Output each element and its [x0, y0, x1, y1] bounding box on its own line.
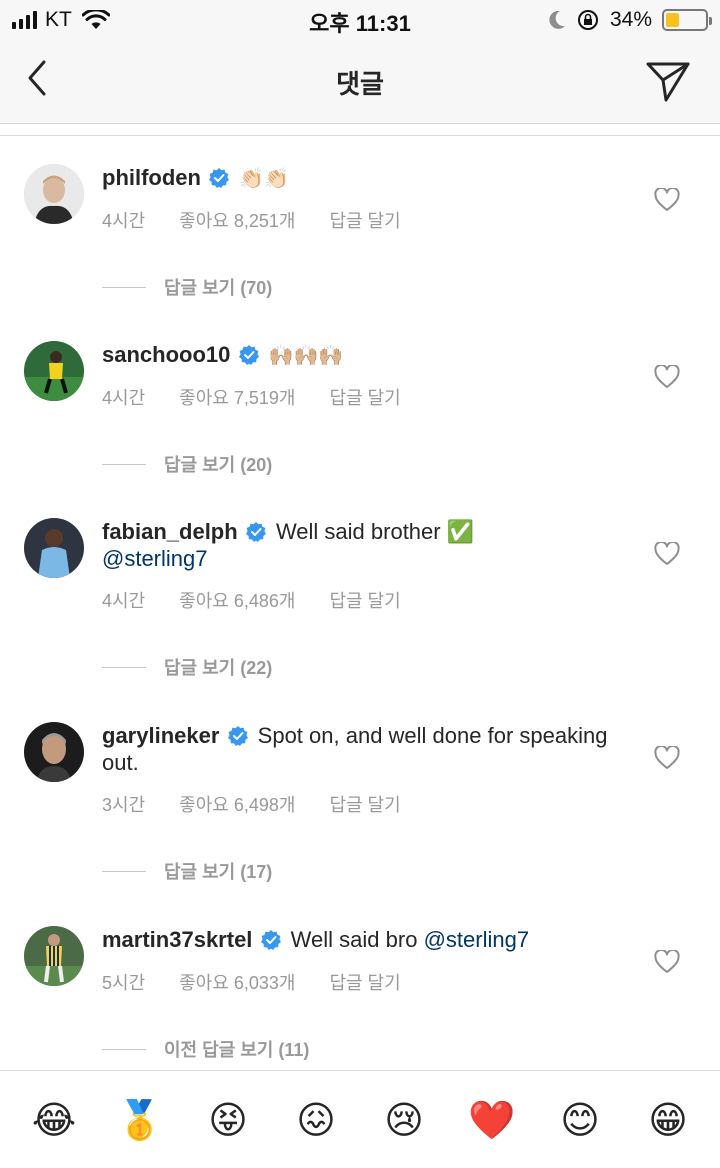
view-replies-label: 답글 보기 (22)	[164, 658, 273, 678]
battery-icon	[662, 9, 712, 31]
reply-button[interactable]: 답글 달기	[329, 969, 400, 995]
emoji-button[interactable]: 😂	[30, 1097, 78, 1145]
avatar[interactable]	[24, 926, 84, 986]
paper-plane-icon[interactable]	[644, 56, 692, 104]
view-replies-label: 답글 보기 (70)	[164, 278, 273, 298]
verified-badge-icon	[227, 726, 248, 746]
comment-emoji: 🙌🏼🙌🏼🙌🏼	[268, 345, 344, 367]
view-replies-button[interactable]: 답글 보기 (20)	[102, 451, 272, 477]
view-replies-button[interactable]: 답글 보기 (70)	[102, 274, 272, 300]
heart-icon[interactable]	[654, 950, 680, 974]
emoji-quick-bar: 😂 🥇 😝 😖 😢 ❤️ 😊 😁	[0, 1070, 720, 1168]
divider	[102, 463, 146, 465]
view-replies-label: 이전 답글 보기 (11)	[164, 1040, 310, 1060]
emoji-button[interactable]: 😖	[292, 1097, 340, 1145]
emoji-button[interactable]: 😢	[380, 1097, 428, 1145]
verified-badge-icon	[238, 345, 259, 365]
avatar[interactable]	[24, 164, 84, 224]
divider	[102, 286, 146, 288]
username[interactable]: fabian_delph	[102, 519, 238, 544]
like-count[interactable]: 좋아요 7,519개	[179, 384, 295, 410]
comment-time: 4시간	[102, 388, 146, 408]
emoji-button[interactable]: ❤️	[468, 1097, 516, 1145]
reply-button[interactable]: 답글 달기	[329, 384, 400, 410]
nav-header: 댓글	[0, 40, 720, 124]
view-replies-label: 답글 보기 (17)	[164, 862, 273, 882]
comment-time: 4시간	[102, 591, 146, 611]
page-title: 댓글	[336, 69, 384, 99]
username[interactable]: philfoden	[102, 165, 201, 190]
emoji-button[interactable]: 😝	[204, 1097, 252, 1145]
view-replies-button[interactable]: 답글 보기 (22)	[102, 654, 272, 680]
emoji-button[interactable]: 🥇	[116, 1097, 164, 1145]
divider	[102, 1048, 146, 1050]
comment-time: 5시간	[102, 973, 146, 993]
battery-percent: 34%	[609, 8, 652, 31]
username[interactable]: garylineker	[102, 723, 219, 748]
heart-icon[interactable]	[654, 365, 680, 389]
comment-text: Well said brother ✅	[275, 519, 475, 544]
like-count[interactable]: 좋아요 8,251개	[179, 207, 295, 233]
avatar[interactable]	[24, 518, 84, 578]
emoji-button[interactable]: 😁	[644, 1097, 692, 1145]
comment-emoji: 👏🏻👏🏻	[239, 168, 290, 190]
like-count[interactable]: 좋아요 6,498개	[179, 791, 295, 817]
verified-badge-icon	[245, 522, 266, 542]
heart-icon[interactable]	[654, 188, 680, 212]
verified-badge-icon	[209, 168, 230, 188]
username[interactable]: martin37skrtel	[102, 927, 252, 952]
comment-time: 3시간	[102, 795, 146, 815]
view-replies-button[interactable]: 이전 답글 보기 (11)	[102, 1036, 309, 1062]
avatar[interactable]	[24, 722, 84, 782]
comment-time: 4시간	[102, 211, 146, 231]
like-count[interactable]: 좋아요 6,486개	[179, 587, 295, 613]
divider	[102, 666, 146, 668]
mention-link[interactable]: @sterling7	[102, 546, 208, 571]
divider	[102, 870, 146, 872]
heart-icon[interactable]	[654, 746, 680, 770]
username[interactable]: sanchooo10	[102, 342, 230, 367]
avatar[interactable]	[24, 341, 84, 401]
view-replies-button[interactable]: 답글 보기 (17)	[102, 858, 272, 884]
emoji-button[interactable]: 😊	[556, 1097, 604, 1145]
divider	[0, 135, 720, 136]
reply-button[interactable]: 답글 달기	[329, 791, 400, 817]
verified-badge-icon	[260, 930, 281, 950]
status-bar: KT 오후 11:31 34%	[0, 0, 720, 40]
orientation-lock-icon	[577, 10, 598, 30]
reply-button[interactable]: 답글 달기	[329, 587, 400, 613]
comment-text: Well said bro	[290, 927, 418, 952]
mention-link[interactable]: @sterling7	[424, 927, 530, 952]
moon-icon	[549, 10, 565, 29]
view-replies-label: 답글 보기 (20)	[164, 455, 273, 475]
like-count[interactable]: 좋아요 6,033개	[179, 969, 295, 995]
reply-button[interactable]: 답글 달기	[329, 207, 400, 233]
heart-icon[interactable]	[654, 542, 680, 566]
